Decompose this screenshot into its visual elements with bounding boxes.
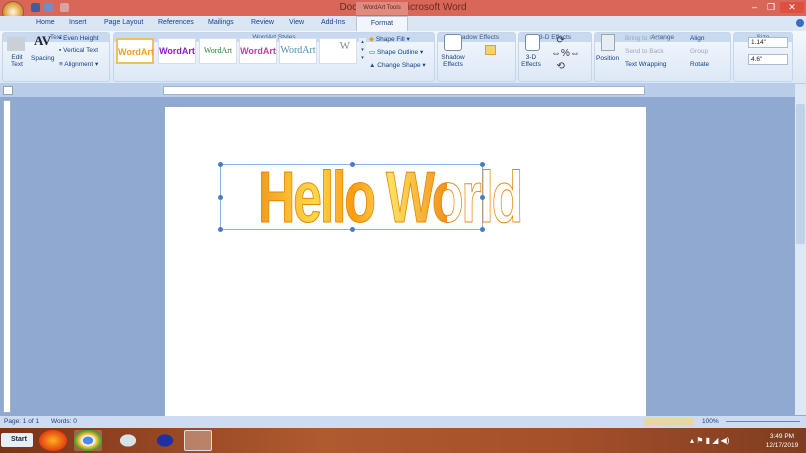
wordart-style-1[interactable]: WordArt: [116, 38, 154, 64]
resize-handle[interactable]: [350, 227, 355, 232]
change-shape-button[interactable]: ▲ Change Shape ▾: [369, 61, 426, 69]
save-icon[interactable]: [31, 3, 40, 12]
position-button[interactable]: Position: [596, 55, 619, 62]
wordart-style-5[interactable]: WordArt: [279, 38, 317, 64]
shadow-toggle-icon[interactable]: [485, 45, 496, 55]
vertical-text-button[interactable]: ▪ Vertical Text: [59, 47, 98, 54]
tab-format[interactable]: Format: [356, 16, 408, 31]
align-button[interactable]: Align: [690, 35, 704, 42]
minimize-button[interactable]: –: [752, 2, 757, 12]
undo-icon[interactable]: [44, 3, 53, 12]
resize-handle[interactable]: [218, 227, 223, 232]
resize-handle[interactable]: [480, 227, 485, 232]
zoom-level[interactable]: 100%: [702, 418, 719, 425]
3d-icon: [525, 34, 540, 51]
group-button[interactable]: Group: [690, 48, 708, 55]
label: Shape Outline: [376, 49, 419, 56]
text-wrapping-button[interactable]: Text Wrapping: [625, 61, 666, 68]
tab-add-ins[interactable]: Add-Ins: [321, 19, 345, 26]
wordart-style-2[interactable]: WordArt: [158, 38, 196, 64]
time: 3:49 PM: [769, 433, 795, 440]
status-bar: Page: 1 of 1 Words: 0 100%: [0, 416, 806, 428]
redo-icon[interactable]: [60, 3, 69, 12]
resize-handle[interactable]: [218, 195, 223, 200]
shape-fill-button[interactable]: ◆ Shape Fill ▾: [369, 35, 410, 43]
close-button[interactable]: ✕: [780, 2, 804, 13]
wordart-object[interactable]: Hello World: [218, 158, 524, 239]
tab-references[interactable]: References: [158, 19, 194, 26]
label: Alignment: [64, 61, 94, 68]
chrome-icon[interactable]: [74, 430, 102, 451]
tab-selector[interactable]: [3, 86, 13, 95]
vertical-ruler[interactable]: [3, 100, 11, 413]
spacing-icon: AV: [34, 33, 52, 48]
position-icon: [601, 34, 615, 51]
width-field[interactable]: 4.6": [748, 54, 788, 65]
label: Change Shape: [377, 62, 421, 69]
document-page[interactable]: [165, 107, 646, 417]
alignment-button[interactable]: ≡ Alignment ▾: [59, 60, 98, 68]
even-height-button[interactable]: ▪ Even Height: [59, 35, 99, 42]
vertical-scrollbar[interactable]: [795, 84, 806, 415]
tab-home[interactable]: Home: [36, 19, 55, 26]
shadow-effects-button[interactable]: Shadow Effects: [440, 54, 466, 68]
tab-mailings[interactable]: Mailings: [208, 19, 234, 26]
tilt-icons[interactable]: ⟳ ⇔%⇔ ⟲: [551, 34, 580, 73]
bring-to-front-button[interactable]: Bring to Front: [625, 35, 664, 42]
label: Vertical Text: [63, 47, 99, 54]
wordart-style-6[interactable]: W: [319, 38, 357, 64]
spacing-button[interactable]: Spacing: [31, 55, 55, 62]
firefox-icon[interactable]: [39, 430, 67, 451]
context-tab-label: WordArt Tools: [356, 2, 408, 15]
tab-review[interactable]: Review: [251, 19, 274, 26]
page-count[interactable]: Page: 1 of 1: [4, 418, 39, 425]
tray-icons[interactable]: ▴ ⚑ ▮ ◢ ◀): [690, 436, 729, 445]
edit-text-icon: [7, 37, 25, 51]
maximize-button[interactable]: ❐: [767, 2, 775, 13]
start-button[interactable]: Start: [1, 433, 33, 447]
3d-effects-button[interactable]: 3-D Effects: [518, 54, 544, 68]
tab-view[interactable]: View: [289, 19, 304, 26]
date: 12/17/2019: [765, 442, 799, 449]
styles-scroll[interactable]: ▴ ▾ ▾: [359, 38, 366, 64]
send-to-back-button[interactable]: Send to Back: [625, 48, 664, 55]
rotate-button[interactable]: Rotate: [690, 61, 709, 68]
word-taskbar-icon[interactable]: [184, 430, 212, 451]
label: Shape Fill: [375, 36, 405, 43]
resize-handle[interactable]: [480, 195, 485, 200]
shadow-icon: [444, 34, 462, 51]
horizontal-ruler[interactable]: [163, 86, 645, 95]
resize-handle[interactable]: [350, 162, 355, 167]
help-icon[interactable]: [796, 19, 804, 27]
wordart-style-4[interactable]: WordArt: [239, 38, 277, 64]
view-buttons[interactable]: [644, 418, 694, 426]
tab-insert[interactable]: Insert: [69, 19, 87, 26]
shape-outline-button[interactable]: ▭ Shape Outline ▾: [369, 48, 423, 56]
app-icon[interactable]: [114, 430, 142, 451]
height-field[interactable]: 1.14": [748, 37, 788, 48]
clock[interactable]: 3:49 PM 12/17/2019: [760, 432, 804, 450]
resize-handle[interactable]: [218, 162, 223, 167]
media-icon[interactable]: [151, 430, 179, 451]
edit-text-button[interactable]: Edit Text: [9, 54, 25, 68]
label: Even Height: [63, 35, 99, 42]
wordart-style-3[interactable]: WordArt: [199, 38, 237, 64]
word-count[interactable]: Words: 0: [51, 418, 77, 425]
zoom-slider[interactable]: [726, 421, 800, 422]
resize-handle[interactable]: [480, 162, 485, 167]
tab-page-layout[interactable]: Page Layout: [104, 19, 143, 26]
